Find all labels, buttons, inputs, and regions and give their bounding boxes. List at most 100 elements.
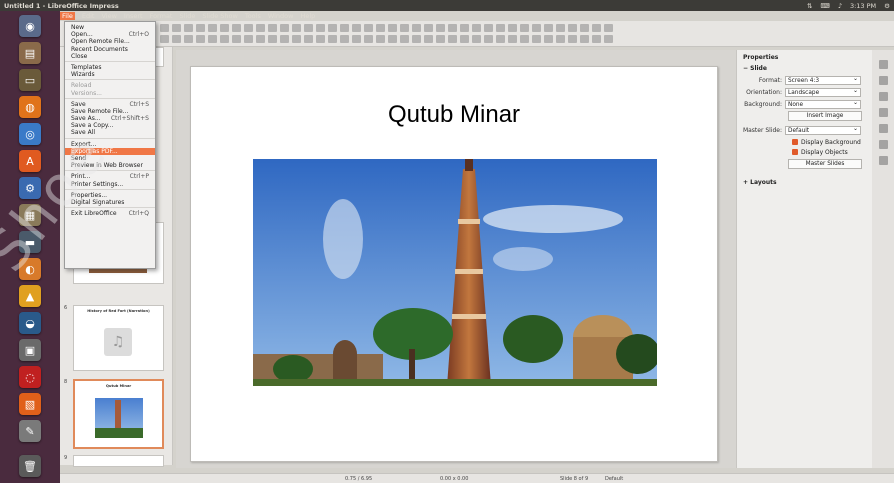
- menu-window[interactable]: Window: [268, 12, 294, 20]
- toolbar-button-icon[interactable]: [268, 35, 277, 43]
- slide-thumbnail[interactable]: [73, 455, 164, 467]
- settings-gear-icon[interactable]: ⚙: [884, 2, 890, 10]
- toolbar-button-icon[interactable]: [436, 24, 445, 32]
- toolbar-button-icon[interactable]: [352, 35, 361, 43]
- file-menu-item-export-as-pdf[interactable]: Export as PDF...: [65, 147, 155, 155]
- toolbar-button-icon[interactable]: [208, 35, 217, 43]
- insert-image-button[interactable]: Insert Image: [788, 111, 862, 121]
- menu-view[interactable]: View: [101, 12, 116, 20]
- toolbar-button-icon[interactable]: [244, 24, 253, 32]
- display-objects-checkbox[interactable]: [792, 149, 798, 155]
- toolbar-button-icon[interactable]: [400, 24, 409, 32]
- slide-thumbnail-selected[interactable]: Qutub Minar: [73, 379, 164, 449]
- clock[interactable]: 3:13 PM: [850, 2, 876, 10]
- toolbar-button-icon[interactable]: [508, 35, 517, 43]
- toolbar-button-icon[interactable]: [532, 24, 541, 32]
- toolbar-button-icon[interactable]: [220, 35, 229, 43]
- menu-file[interactable]: File: [60, 12, 75, 20]
- background-select[interactable]: None: [785, 99, 861, 109]
- menu-insert[interactable]: Insert: [124, 12, 143, 20]
- toolbar-button-icon[interactable]: [472, 24, 481, 32]
- toolbar-button-icon[interactable]: [304, 24, 313, 32]
- camera-icon[interactable]: ▣: [19, 339, 41, 361]
- file-menu-item-save-remote-file[interactable]: Save Remote File...: [65, 108, 155, 115]
- toolbar-button-icon[interactable]: [244, 35, 253, 43]
- trash-icon[interactable]: 🗑: [19, 455, 41, 477]
- vlc-icon[interactable]: ▲: [19, 285, 41, 307]
- toolbar-button-icon[interactable]: [340, 35, 349, 43]
- media-icon[interactable]: ◐: [19, 258, 41, 280]
- toolbar-button-icon[interactable]: [604, 24, 613, 32]
- toolbar-button-icon[interactable]: [484, 24, 493, 32]
- settings-icon[interactable]: ⚙: [19, 177, 41, 199]
- toolbar-button-icon[interactable]: [232, 35, 241, 43]
- toolbar-button-icon[interactable]: [592, 35, 601, 43]
- toolbar-button-icon[interactable]: [292, 24, 301, 32]
- slide-title[interactable]: Qutub Minar: [191, 101, 717, 129]
- terminal-icon[interactable]: ▭: [19, 69, 41, 91]
- toolbar-button-icon[interactable]: [424, 35, 433, 43]
- network-manager-icon[interactable]: ◒: [19, 312, 41, 334]
- toolbar-button-icon[interactable]: [412, 24, 421, 32]
- properties-tab-icon[interactable]: [878, 60, 888, 69]
- toolbar-button-icon[interactable]: [184, 24, 193, 32]
- toolbar-button-icon[interactable]: [328, 35, 337, 43]
- current-slide[interactable]: Qutub Minar: [190, 66, 718, 462]
- menu-format[interactable]: Format: [150, 12, 173, 20]
- file-menu-item-send[interactable]: Send: [65, 155, 155, 162]
- dash-icon[interactable]: ◉: [19, 15, 41, 37]
- toolbar-button-icon[interactable]: [544, 24, 553, 32]
- toolbar-button-icon[interactable]: [568, 35, 577, 43]
- toolbar-button-icon[interactable]: [220, 24, 229, 32]
- file-menu-item-save[interactable]: Save Ctrl+S: [65, 101, 155, 108]
- toolbar-button-icon[interactable]: [460, 24, 469, 32]
- toolbar-button-icon[interactable]: [496, 35, 505, 43]
- toolbar-button-icon[interactable]: [316, 24, 325, 32]
- toolbar-button-icon[interactable]: [196, 35, 205, 43]
- paint-icon[interactable]: ◌: [19, 366, 41, 388]
- file-menu-item-save-all[interactable]: Save All: [65, 129, 155, 136]
- toolbar-button-icon[interactable]: [160, 24, 169, 32]
- toolbar-button-icon[interactable]: [544, 35, 553, 43]
- toolbar-button-icon[interactable]: [496, 24, 505, 32]
- file-menu-item-reload[interactable]: Reload: [65, 82, 155, 89]
- toolbar-button-icon[interactable]: [424, 24, 433, 32]
- impress-icon[interactable]: ▧: [19, 393, 41, 415]
- file-menu-item-printer-settings[interactable]: Printer Settings...: [65, 181, 155, 188]
- volume-icon[interactable]: ♪: [838, 2, 842, 10]
- browser-icon[interactable]: ◎: [19, 123, 41, 145]
- toolbar-button-icon[interactable]: [292, 35, 301, 43]
- menu-help[interactable]: Help: [300, 12, 315, 20]
- toolbar-button-icon[interactable]: [388, 35, 397, 43]
- file-menu-item-digital-signatures[interactable]: Digital Signatures: [65, 199, 155, 206]
- toolbar-button-icon[interactable]: [604, 35, 613, 43]
- file-menu-item-print[interactable]: Print... Ctrl+P: [65, 173, 155, 180]
- file-menu-item-open-remote-file[interactable]: Open Remote File...: [65, 38, 155, 45]
- menu-tools[interactable]: Tools: [245, 12, 261, 20]
- toolbar-button-icon[interactable]: [520, 24, 529, 32]
- toolbar-button-icon[interactable]: [184, 35, 193, 43]
- file-menu-item-open[interactable]: Open... Ctrl+O: [65, 31, 155, 38]
- slide-section-header[interactable]: − Slide: [737, 63, 872, 74]
- toolbar-button-icon[interactable]: [280, 24, 289, 32]
- toolbar-button-icon[interactable]: [436, 35, 445, 43]
- toolbar-button-icon[interactable]: [160, 35, 169, 43]
- toolbar-button-icon[interactable]: [376, 24, 385, 32]
- scanner-icon[interactable]: ▬: [19, 231, 41, 253]
- files-icon[interactable]: ▤: [19, 42, 41, 64]
- layouts-section-header[interactable]: + Layouts: [737, 177, 872, 188]
- toolbar-button-icon[interactable]: [352, 24, 361, 32]
- toolbar-button-icon[interactable]: [172, 35, 181, 43]
- toolbar-button-icon[interactable]: [484, 35, 493, 43]
- file-menu-item-wizards[interactable]: Wizards: [65, 71, 155, 78]
- gallery-tab-icon[interactable]: [878, 140, 888, 149]
- toolbar-button-icon[interactable]: [340, 24, 349, 32]
- master-slide-select[interactable]: Default: [785, 125, 861, 135]
- format-select[interactable]: Screen 4:3: [785, 75, 861, 85]
- file-menu-item-exit-libreoffice[interactable]: Exit LibreOffice Ctrl+Q: [65, 210, 155, 217]
- file-menu-item-versions[interactable]: Versions...: [65, 90, 155, 97]
- toolbar-button-icon[interactable]: [400, 35, 409, 43]
- toolbar-button-icon[interactable]: [508, 24, 517, 32]
- toolbar-button-icon[interactable]: [256, 35, 265, 43]
- master-slides-tab-icon[interactable]: [878, 108, 888, 117]
